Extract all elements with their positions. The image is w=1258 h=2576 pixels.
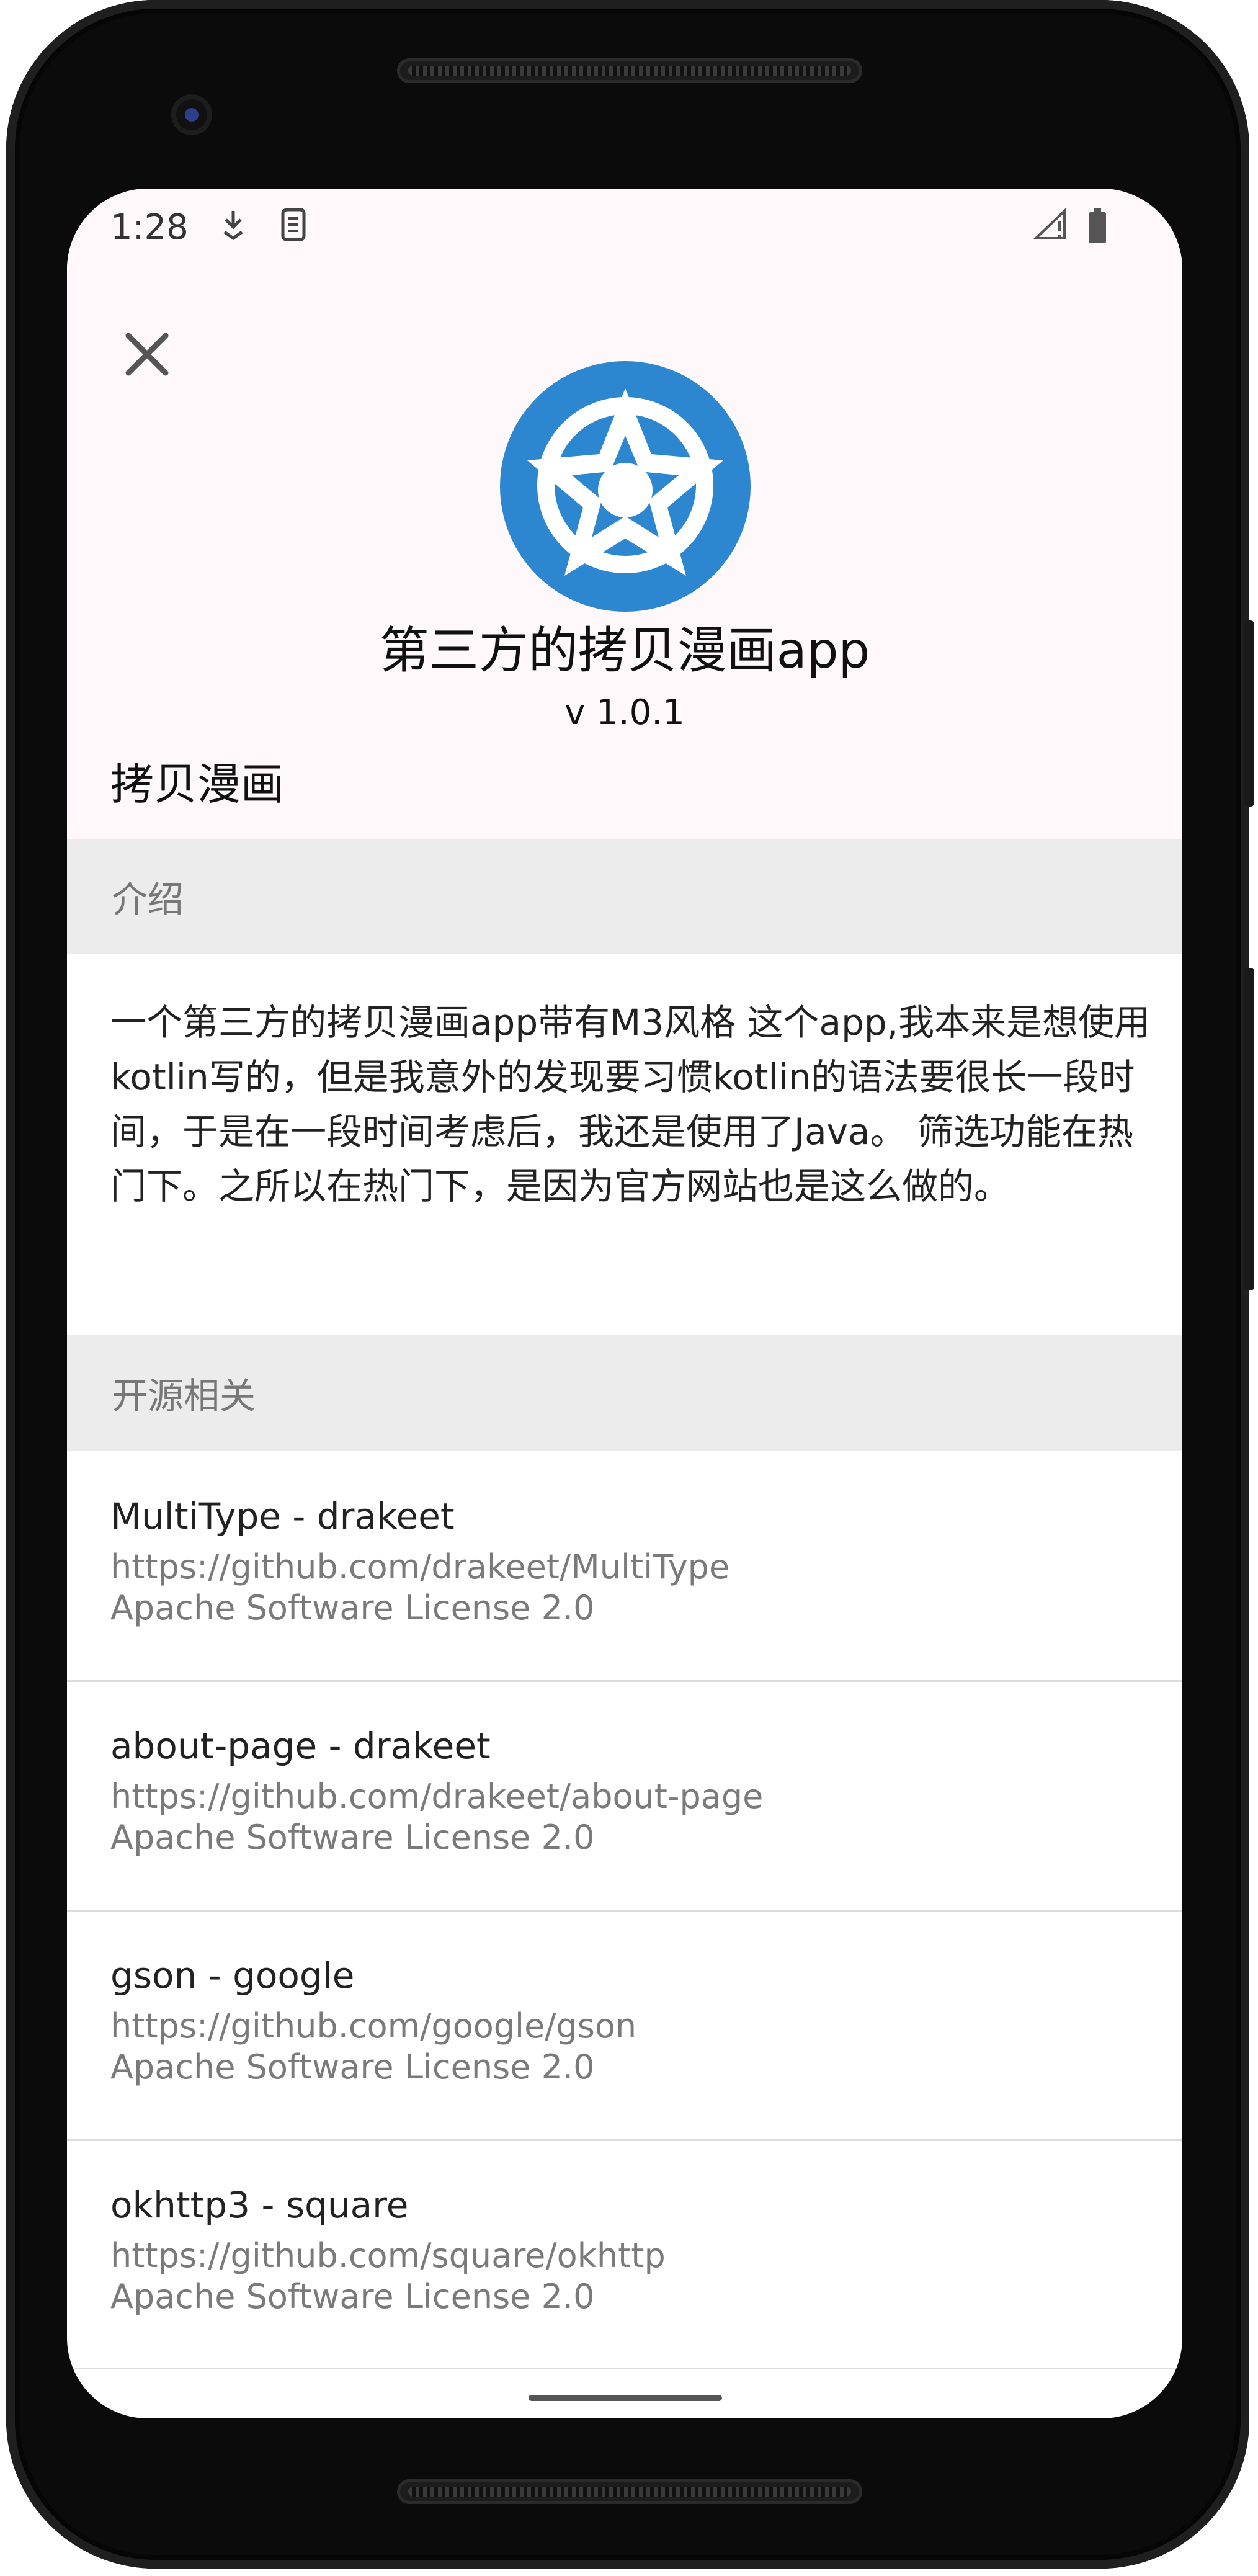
download-icon bbox=[220, 207, 247, 250]
front-camera bbox=[171, 94, 212, 135]
license-type: Apache Software License 2.0 bbox=[110, 2047, 595, 2086]
battery-icon bbox=[1087, 207, 1108, 253]
volume-button bbox=[1244, 968, 1254, 1290]
app-logo-icon bbox=[500, 361, 751, 612]
signal-icon bbox=[1032, 207, 1069, 250]
divider bbox=[67, 2368, 1182, 2369]
license-type: Apache Software License 2.0 bbox=[110, 2277, 595, 2316]
app-name: 拷贝漫画 bbox=[110, 759, 284, 810]
license-url: https://github.com/square/okhttp bbox=[110, 2236, 666, 2275]
sim-icon bbox=[278, 207, 308, 250]
license-item-okhttp3[interactable]: okhttp3 - square https://github.com/squa… bbox=[67, 2139, 1182, 2368]
power-button bbox=[1244, 620, 1254, 807]
phone-frame: 1:28 第三方的拷贝漫画app v 1.0.1 拷贝漫画 介绍 一个第三方的拷… bbox=[0, 0, 1258, 2576]
status-bar: 1:28 bbox=[67, 189, 1182, 263]
app-title: 第三方的拷贝漫画app bbox=[379, 622, 870, 679]
license-url: https://github.com/drakeet/about-page bbox=[110, 1777, 764, 1816]
license-item-about-page[interactable]: about-page - drakeet https://github.com/… bbox=[67, 1680, 1182, 1908]
app-version: v 1.0.1 bbox=[564, 692, 685, 733]
gesture-nav-handle[interactable] bbox=[529, 2395, 722, 2401]
about-header: 1:28 第三方的拷贝漫画app v 1.0.1 拷贝漫画 bbox=[67, 189, 1182, 839]
intro-section-header: 介绍 bbox=[67, 839, 1182, 954]
intro-text: 一个第三方的拷贝漫画app带有M3风格 这个app,我本来是想使用kotlin写… bbox=[110, 1001, 1151, 1207]
license-type: Apache Software License 2.0 bbox=[110, 1818, 595, 1857]
license-url: https://github.com/google/gson bbox=[110, 2006, 637, 2046]
license-name: MultiType - drakeet bbox=[110, 1495, 455, 1537]
license-url: https://github.com/drakeet/MultiType bbox=[110, 1547, 730, 1586]
license-name: about-page - drakeet bbox=[110, 1725, 491, 1767]
license-name: okhttp3 - square bbox=[110, 2184, 409, 2226]
license-item-gson[interactable]: gson - google https://github.com/google/… bbox=[67, 1910, 1182, 2138]
top-speaker bbox=[397, 58, 862, 83]
screen: 1:28 第三方的拷贝漫画app v 1.0.1 拷贝漫画 介绍 一个第三方的拷… bbox=[67, 189, 1182, 2418]
close-button[interactable] bbox=[113, 320, 181, 388]
bottom-speaker bbox=[397, 2479, 862, 2504]
license-name: gson - google bbox=[110, 1954, 355, 1997]
open-source-section-header: 开源相关 bbox=[67, 1335, 1182, 1451]
status-time: 1:28 bbox=[110, 207, 189, 248]
close-icon bbox=[125, 333, 169, 376]
license-item-multitype[interactable]: MultiType - drakeet https://github.com/d… bbox=[67, 1451, 1182, 1679]
license-type: Apache Software License 2.0 bbox=[110, 1588, 595, 1627]
